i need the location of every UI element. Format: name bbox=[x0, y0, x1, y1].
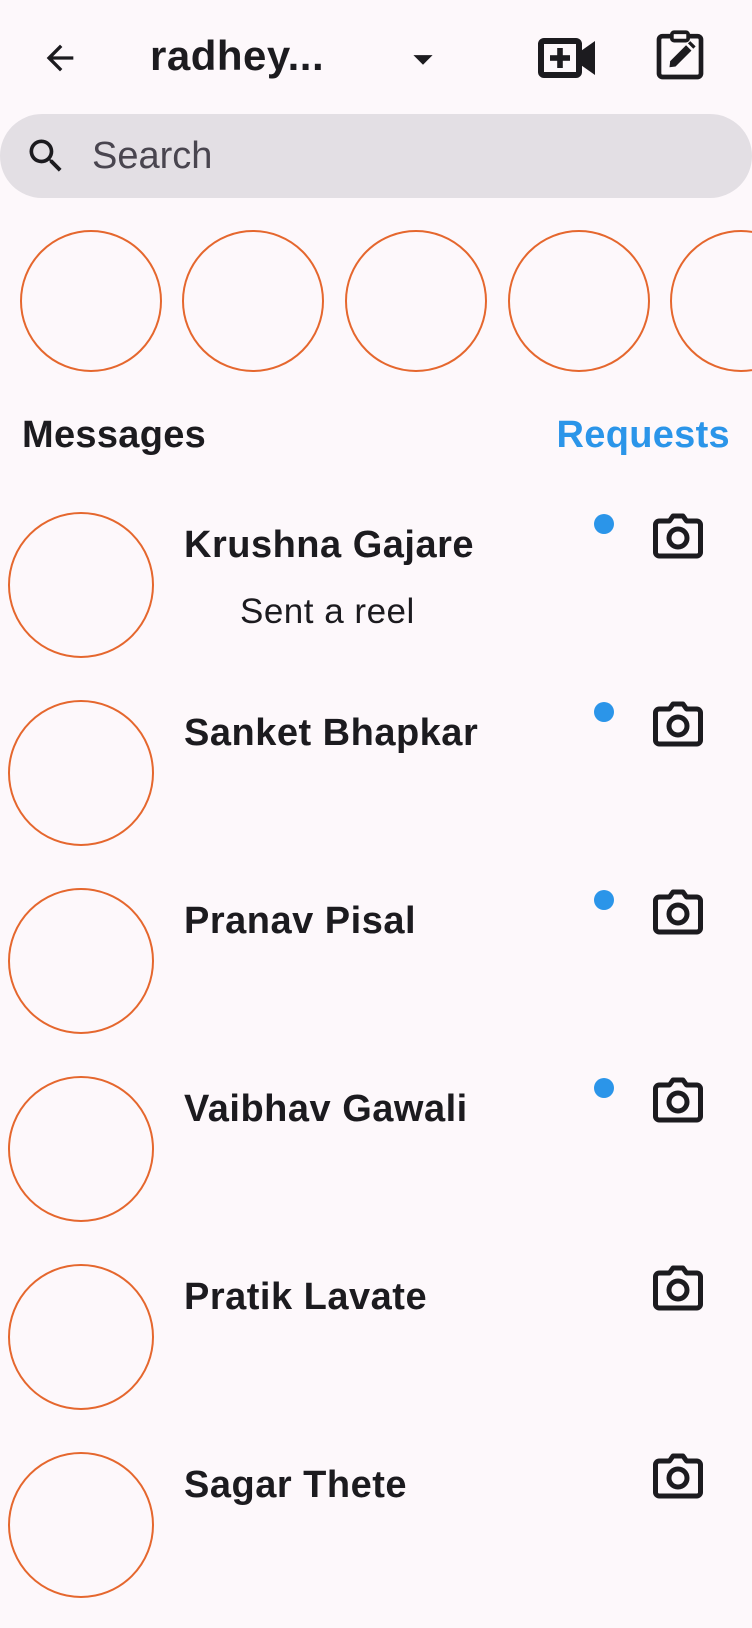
top-app-bar: radhey... bbox=[0, 0, 752, 112]
avatar[interactable] bbox=[8, 888, 154, 1034]
unread-indicator bbox=[594, 514, 614, 534]
camera-icon[interactable] bbox=[648, 1258, 708, 1318]
account-title[interactable]: radhey... bbox=[150, 28, 324, 84]
camera-icon[interactable] bbox=[648, 694, 708, 754]
avatar[interactable] bbox=[8, 700, 154, 846]
video-call-button[interactable] bbox=[536, 30, 600, 86]
compose-edit-icon bbox=[656, 30, 704, 80]
chat-name: Krushna Gajare bbox=[184, 524, 474, 566]
chat-row[interactable]: Krushna Gajare Sent a reel bbox=[0, 500, 752, 688]
avatar[interactable] bbox=[8, 512, 154, 658]
chat-name: Sagar Thete bbox=[184, 1464, 408, 1506]
story-avatar[interactable] bbox=[670, 230, 752, 372]
messages-section-header: Messages Requests bbox=[0, 408, 752, 472]
unread-indicator bbox=[594, 1078, 614, 1098]
unread-indicator bbox=[594, 890, 614, 910]
messages-heading: Messages bbox=[22, 414, 207, 456]
chat-last-message: Sent a reel bbox=[240, 592, 415, 631]
search-icon bbox=[29, 139, 62, 172]
story-avatar[interactable] bbox=[182, 230, 324, 372]
chat-list: Krushna Gajare Sent a reel Sanket Bhapka… bbox=[0, 500, 752, 1628]
chat-name: Vaibhav Gawali bbox=[184, 1088, 468, 1130]
story-avatar[interactable] bbox=[508, 230, 650, 372]
account-dropdown-button[interactable] bbox=[400, 36, 446, 82]
arrow-left-icon bbox=[46, 44, 74, 72]
chat-name: Pratik Lavate bbox=[184, 1276, 428, 1318]
chat-name: Pranav Pisal bbox=[184, 900, 417, 942]
stories-row[interactable] bbox=[0, 226, 752, 376]
caret-down-icon bbox=[413, 55, 433, 65]
avatar[interactable] bbox=[8, 1264, 154, 1410]
chat-row[interactable]: Pranav Pisal bbox=[0, 876, 752, 1064]
story-avatar[interactable] bbox=[345, 230, 487, 372]
compose-button[interactable] bbox=[650, 26, 710, 86]
video-call-add-icon bbox=[538, 38, 595, 78]
search-bar[interactable] bbox=[0, 114, 752, 198]
requests-link[interactable]: Requests bbox=[557, 414, 730, 457]
chat-name: Sanket Bhapkar bbox=[184, 712, 479, 754]
chat-row[interactable]: Pratik Lavate bbox=[0, 1252, 752, 1440]
camera-icon[interactable] bbox=[648, 882, 708, 942]
chat-row[interactable]: Vaibhav Gawali bbox=[0, 1064, 752, 1252]
chat-row[interactable]: Sanket Bhapkar bbox=[0, 688, 752, 876]
camera-icon[interactable] bbox=[648, 506, 708, 566]
camera-icon[interactable] bbox=[648, 1070, 708, 1130]
story-avatar[interactable] bbox=[20, 230, 162, 372]
avatar[interactable] bbox=[8, 1452, 154, 1598]
search-input[interactable] bbox=[92, 132, 692, 180]
unread-indicator bbox=[594, 702, 614, 722]
avatar[interactable] bbox=[8, 1076, 154, 1222]
camera-icon[interactable] bbox=[648, 1446, 708, 1506]
back-button[interactable] bbox=[34, 32, 86, 84]
